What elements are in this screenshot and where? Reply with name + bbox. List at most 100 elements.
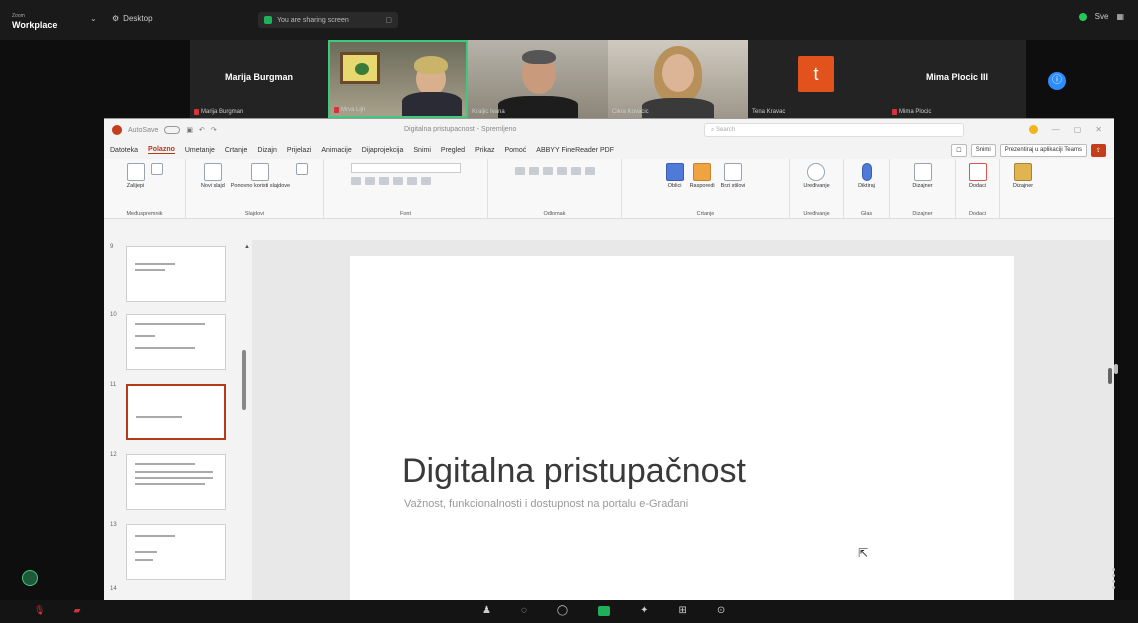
minimize-icon[interactable]: — bbox=[1052, 125, 1060, 134]
close-icon[interactable]: ✕ bbox=[1095, 125, 1102, 134]
preview-text bbox=[135, 335, 155, 337]
slide-thumbnail[interactable]: 14 bbox=[104, 586, 236, 600]
italic-icon[interactable] bbox=[364, 177, 375, 185]
cut-copy-button[interactable] bbox=[150, 163, 163, 175]
slide-thumbnail-selected[interactable]: 11 bbox=[104, 382, 236, 442]
slide-title[interactable]: Digitalna pristupačnost bbox=[402, 452, 746, 491]
share-screen-icon[interactable] bbox=[598, 605, 611, 616]
view-menu[interactable]: ⚙ Desktop bbox=[112, 14, 153, 23]
mic-muted-icon[interactable]: 🎙 bbox=[34, 605, 45, 616]
highlight-icon[interactable] bbox=[420, 177, 431, 185]
comments-button[interactable]: ☐ bbox=[951, 144, 967, 157]
save-icon[interactable]: ▣ bbox=[186, 126, 193, 134]
record-button[interactable]: Snimi bbox=[970, 144, 996, 157]
tab-prijelazi[interactable]: Prijelazi bbox=[287, 147, 312, 154]
zoom-app-label: Zoom Workplace bbox=[12, 12, 57, 30]
close-icon[interactable]: ▢ bbox=[385, 16, 392, 24]
align-right-icon[interactable] bbox=[584, 167, 595, 175]
align-center-icon[interactable] bbox=[570, 167, 581, 175]
more-options-icon[interactable] bbox=[1112, 568, 1116, 598]
participant-tile[interactable]: Cikra Kovacic bbox=[608, 40, 748, 118]
document-title[interactable]: Digitalna pristupacnost - Spremljeno bbox=[404, 126, 516, 133]
side-resize-handle[interactable] bbox=[1114, 364, 1118, 374]
current-slide[interactable]: Digitalna pristupačnost Važnost, funkcio… bbox=[350, 256, 1014, 601]
tab-snimi[interactable]: Snimi bbox=[413, 147, 431, 154]
reactions-icon[interactable]: ◯ bbox=[557, 605, 568, 616]
participant-tile[interactable]: Marija Burgman Marija Burgman bbox=[190, 40, 328, 118]
slide-thumbnail[interactable]: 13 bbox=[104, 522, 236, 582]
tab-datoteka[interactable]: Datoteka bbox=[110, 147, 138, 154]
arrange-button[interactable]: Rasporedi bbox=[690, 163, 715, 189]
scroll-up-icon[interactable]: ▲ bbox=[244, 244, 250, 250]
video-off-icon[interactable]: ▰ bbox=[73, 605, 80, 616]
pin-icon[interactable]: ✦ bbox=[640, 605, 648, 616]
tab-dijaprojekcija[interactable]: Dijaprojekcija bbox=[362, 147, 404, 154]
tab-crtanje[interactable]: Crtanje bbox=[225, 147, 248, 154]
group-label: Dizajner bbox=[912, 211, 933, 217]
chevron-down-icon[interactable]: ⌄ bbox=[90, 14, 97, 23]
tab-umetanje[interactable]: Umetanje bbox=[185, 147, 215, 154]
editing-button[interactable]: Uređivanje bbox=[803, 163, 830, 189]
slide-thumbnail[interactable]: 12 bbox=[104, 452, 236, 512]
strikethrough-icon[interactable] bbox=[392, 177, 403, 185]
font-name-field[interactable] bbox=[350, 163, 461, 173]
redo-icon[interactable]: ↷ bbox=[211, 126, 217, 134]
underline-icon[interactable] bbox=[378, 177, 389, 185]
security-icon[interactable] bbox=[1078, 12, 1087, 21]
quick-styles-button[interactable]: Brzi stilovi bbox=[721, 163, 745, 189]
dictate-button[interactable]: Diktiraj bbox=[858, 163, 875, 189]
addins-button[interactable]: Dodaci bbox=[968, 163, 987, 189]
font-color-icon[interactable] bbox=[406, 177, 417, 185]
grid-icon[interactable]: ▦ bbox=[1116, 12, 1124, 21]
search-input[interactable]: ⌕ Search bbox=[704, 123, 964, 137]
paste-button[interactable]: Zalijepi bbox=[126, 163, 145, 189]
tab-pregled[interactable]: Pregled bbox=[441, 147, 465, 154]
slide-thumbnail[interactable]: 9 bbox=[104, 244, 236, 304]
maximize-icon[interactable]: ▢ bbox=[1074, 125, 1082, 134]
tab-pomoc[interactable]: Pomoć bbox=[505, 147, 527, 154]
slide-number: 9 bbox=[110, 244, 114, 250]
autosave-toggle[interactable] bbox=[164, 126, 181, 134]
participant-tile[interactable]: Kraljic Ivana bbox=[468, 40, 608, 118]
align-left-icon[interactable] bbox=[556, 167, 567, 175]
sharing-indicator[interactable]: You are sharing screen ▢ bbox=[258, 12, 398, 28]
premium-icon[interactable] bbox=[1028, 125, 1038, 134]
undo-icon[interactable]: ↶ bbox=[199, 126, 205, 134]
apps-icon[interactable]: ⊞ bbox=[679, 605, 687, 616]
thumbnail-scrollbar[interactable] bbox=[242, 350, 246, 410]
tab-abbyy[interactable]: ABBYY FineReader PDF bbox=[536, 147, 614, 154]
slide-thumbnail[interactable]: 10 bbox=[104, 312, 236, 372]
share-status-icon bbox=[264, 16, 272, 24]
info-icon[interactable]: ⓘ bbox=[1048, 72, 1066, 90]
designer-button[interactable]: Dizajner bbox=[912, 163, 933, 189]
indent-icon[interactable] bbox=[542, 167, 553, 175]
participant-tile[interactable]: Mima Plocic III Mima Plocic bbox=[888, 40, 1026, 118]
participant-tile[interactable]: t Tena Kravac bbox=[748, 40, 888, 118]
participant-tile-active-speaker[interactable]: Mrva Lijn bbox=[328, 40, 468, 118]
tab-prikaz[interactable]: Prikaz bbox=[475, 147, 494, 154]
shapes-button[interactable]: Oblici bbox=[665, 163, 684, 189]
tab-dizajn[interactable]: Dizajn bbox=[257, 147, 276, 154]
slide-subtitle[interactable]: Važnost, funkcionalnosti i dostupnost na… bbox=[404, 498, 688, 510]
reuse-slides-button[interactable]: Ponovno koristi slajdove bbox=[231, 163, 290, 189]
reaction-icon[interactable] bbox=[22, 570, 38, 586]
present-teams-button[interactable]: Prezentiraj u aplikaciji Teams bbox=[999, 144, 1087, 157]
tab-animacije[interactable]: Animacije bbox=[321, 147, 351, 154]
settings-icon[interactable]: ⊙ bbox=[717, 605, 725, 616]
shapes-icon bbox=[665, 163, 684, 181]
numbering-icon[interactable] bbox=[528, 167, 539, 175]
bullets-icon[interactable] bbox=[514, 167, 525, 175]
new-slide-button[interactable]: Novi slajd bbox=[201, 163, 225, 189]
view-mode-label[interactable]: Sve bbox=[1095, 12, 1109, 21]
canvas-scrollbar[interactable] bbox=[1108, 368, 1112, 384]
chat-icon[interactable]: ◌ bbox=[521, 605, 527, 616]
tab-polazno[interactable]: Polazno bbox=[148, 146, 175, 154]
layout-button[interactable] bbox=[296, 163, 309, 175]
share-button[interactable]: ⇪ bbox=[1090, 144, 1106, 157]
group-slides: Novi slajd Ponovno koristi slajdove Slaj… bbox=[186, 159, 324, 219]
participant-name: Marija Burgman bbox=[201, 109, 244, 115]
participants-icon[interactable]: ♟ bbox=[482, 605, 491, 616]
bold-icon[interactable] bbox=[350, 177, 361, 185]
slide-thumbnail-pane: ▲ 9 10 11 12 13 14 bbox=[104, 240, 252, 601]
designer-button-2[interactable]: Dizajner bbox=[1013, 163, 1033, 189]
